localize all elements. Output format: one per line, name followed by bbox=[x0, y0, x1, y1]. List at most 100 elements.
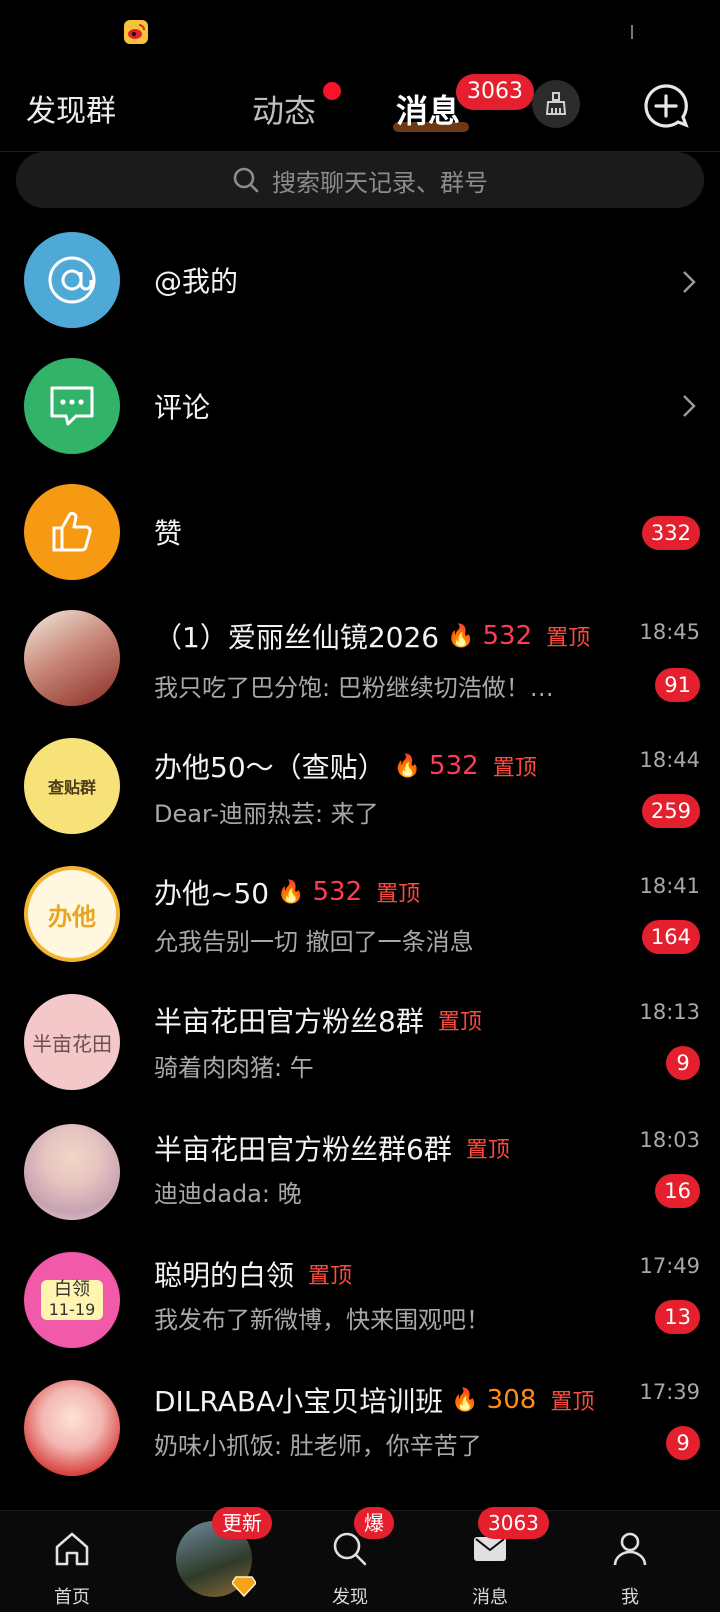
avatar-text: 11-19 bbox=[48, 1300, 96, 1320]
thumbs-up-icon bbox=[52, 511, 92, 552]
chat-title-line: DILRABA小宝贝培训班 🔥 308 置顶 bbox=[154, 1380, 594, 1420]
chat-title: 半亩花田官方粉丝8群 bbox=[154, 1005, 424, 1038]
activity-new-dot bbox=[323, 82, 341, 100]
chat-heat-value: 532 bbox=[312, 877, 363, 907]
pinned-label: 置顶 bbox=[465, 1138, 510, 1163]
comments-label: 评论 bbox=[154, 391, 211, 424]
chat-heat-value: 532 bbox=[429, 751, 479, 781]
top-nav: 发现群 动态 消息 3063 bbox=[0, 66, 720, 152]
chat-title-line: 半亩花田官方粉丝8群 置顶 bbox=[154, 1000, 482, 1040]
purple-fire-icon: 🔥 bbox=[393, 753, 422, 779]
home-icon bbox=[55, 1532, 89, 1566]
purple-fire-icon: 🔥 bbox=[277, 879, 305, 905]
discover-groups-link[interactable]: 发现群 bbox=[26, 86, 116, 130]
chat-title: 办他50～（查贴） bbox=[154, 751, 386, 784]
nav-discover-label: 发现 bbox=[332, 1587, 368, 1608]
chat-row[interactable]: 半亩花田 半亩花田官方粉丝8群 置顶 18:13 骑着肉肉猪: 午 9 bbox=[0, 994, 720, 1124]
chat-unread-badge: 164 bbox=[641, 920, 700, 954]
weibo-notification-icon bbox=[124, 20, 148, 44]
chat-row[interactable]: 半亩花田官方粉丝群6群 置顶 18:03 迪迪dada: 晚 16 bbox=[0, 1124, 720, 1254]
pinned-label: 置顶 bbox=[550, 1390, 595, 1415]
chat-row[interactable]: （1）爱丽丝仙镜2026 🔥 532 置顶 18:45 我只吃了巴分饱: 巴粉继… bbox=[0, 604, 720, 734]
chat-heat-value: 532 bbox=[482, 621, 533, 651]
chevron-right-icon bbox=[683, 271, 696, 293]
orange-fire-icon: 🔥 bbox=[451, 1387, 479, 1413]
new-chat-button[interactable] bbox=[642, 82, 690, 130]
chat-preview: 我发布了新微博，快来围观吧！ bbox=[154, 1306, 490, 1334]
avatar-text: 白领 bbox=[54, 1279, 90, 1301]
chat-unread-badge: 259 bbox=[641, 794, 700, 828]
chevron-right-icon bbox=[683, 395, 696, 417]
at-icon bbox=[48, 256, 96, 304]
chat-time: 18:41 bbox=[639, 874, 700, 898]
chat-unread-badge: 9 bbox=[666, 1426, 700, 1460]
chat-preview: 允我告别一切 撤回了一条消息 bbox=[154, 928, 474, 956]
chat-title: 聪明的白领 bbox=[154, 1259, 295, 1292]
compose-plus-icon bbox=[644, 84, 689, 128]
comment-icon bbox=[50, 386, 94, 426]
update-badge: 更新 bbox=[212, 1507, 272, 1539]
chat-unread-badge: 9 bbox=[666, 1046, 700, 1080]
avatar-text: 办他 bbox=[48, 902, 96, 931]
messages-screen: 发现群 动态 消息 3063 搜索聊天记录、群号 @我的 评论 赞 332 （1… bbox=[0, 0, 720, 1612]
chat-title: 办他~50 bbox=[154, 877, 270, 910]
likes-label: 赞 bbox=[154, 517, 183, 550]
chat-preview: 迪迪dada: 晚 bbox=[154, 1180, 302, 1208]
broom-icon bbox=[545, 92, 567, 115]
chat-avatar: 办他 bbox=[24, 866, 120, 962]
chat-time: 18:13 bbox=[639, 1000, 700, 1024]
chat-row[interactable]: 办他 办他~50 🔥 532 置顶 18:41 允我告别一切 撤回了一条消息 1… bbox=[0, 864, 720, 994]
chat-time: 18:03 bbox=[639, 1128, 700, 1152]
chat-title-line: （1）爱丽丝仙镜2026 🔥 532 置顶 bbox=[154, 616, 590, 656]
diamond-icon bbox=[232, 1576, 256, 1597]
chat-avatar bbox=[24, 1124, 120, 1220]
avatar-badge: 白领 11-19 bbox=[40, 1279, 104, 1320]
messages-unread-badge: 3063 bbox=[456, 74, 534, 110]
purple-fire-icon: 🔥 bbox=[447, 623, 475, 649]
chat-title: （1）爱丽丝仙镜2026 bbox=[154, 621, 440, 654]
pinned-label: 置顶 bbox=[308, 1264, 353, 1289]
tab-activity[interactable]: 动态 bbox=[252, 86, 316, 132]
tab-messages[interactable]: 消息 bbox=[396, 86, 460, 132]
chat-time: 18:45 bbox=[639, 620, 700, 644]
clear-unread-button[interactable] bbox=[532, 80, 580, 128]
chat-avatar bbox=[24, 1380, 120, 1476]
chat-title-line: 半亩花田官方粉丝群6群 置顶 bbox=[154, 1128, 510, 1168]
chat-title-line: 办他~50 🔥 532 置顶 bbox=[154, 872, 420, 912]
nav-home-label: 首页 bbox=[54, 1587, 90, 1608]
pinned-label: 置顶 bbox=[376, 882, 421, 907]
chat-heat-value: 308 bbox=[486, 1385, 537, 1415]
chat-row[interactable]: 查贴群 办他50～（查贴） 🔥 532 置顶 18:44 Dear-迪丽热芸: … bbox=[0, 734, 720, 864]
user-icon bbox=[613, 1532, 647, 1566]
status-bar bbox=[0, 0, 720, 66]
chat-title-line: 聪明的白领 置顶 bbox=[154, 1254, 352, 1294]
status-indicator bbox=[631, 25, 633, 39]
chat-row[interactable]: DILRABA小宝贝培训班 🔥 308 置顶 17:39 奶味小抓饭: 肚老师，… bbox=[0, 1380, 720, 1514]
comments-row[interactable]: 评论 bbox=[0, 344, 720, 474]
chat-row[interactable]: 白领 11-19 聪明的白领 置顶 17:49 我发布了新微博，快来围观吧！ 1… bbox=[0, 1252, 720, 1384]
chat-title: DILRABA小宝贝培训班 bbox=[154, 1385, 444, 1418]
pinned-label: 置顶 bbox=[437, 1010, 482, 1035]
likes-avatar bbox=[24, 484, 120, 580]
mentions-row[interactable]: @我的 bbox=[0, 214, 720, 344]
chat-unread-badge: 91 bbox=[655, 668, 700, 702]
chat-preview: Dear-迪丽热芸: 来了 bbox=[154, 800, 379, 828]
nav-messages-label: 消息 bbox=[472, 1587, 508, 1608]
likes-row[interactable]: 赞 332 bbox=[0, 474, 720, 604]
chat-unread-badge: 13 bbox=[655, 1300, 700, 1334]
chat-avatar: 半亩花田 bbox=[24, 994, 120, 1090]
nav-home[interactable]: 首页 bbox=[22, 1511, 122, 1612]
chat-time: 17:39 bbox=[639, 1380, 700, 1404]
bottom-nav: 首页 更新 发现 爆 消息 3063 我 bbox=[0, 1507, 720, 1612]
chat-preview: 骑着肉肉猪: 午 bbox=[154, 1054, 314, 1082]
pinned-label: 置顶 bbox=[492, 756, 537, 781]
search-input[interactable]: 搜索聊天记录、群号 bbox=[16, 152, 704, 208]
nav-me[interactable]: 我 bbox=[580, 1511, 680, 1612]
chat-unread-badge: 16 bbox=[655, 1174, 700, 1208]
chat-time: 17:49 bbox=[639, 1254, 700, 1278]
search-icon bbox=[233, 167, 259, 193]
pinned-label: 置顶 bbox=[546, 626, 591, 651]
chat-preview: 奶味小抓饭: 肚老师，你辛苦了 bbox=[154, 1432, 482, 1460]
avatar-text: 查贴群 bbox=[47, 778, 96, 797]
mentions-avatar bbox=[24, 232, 120, 328]
